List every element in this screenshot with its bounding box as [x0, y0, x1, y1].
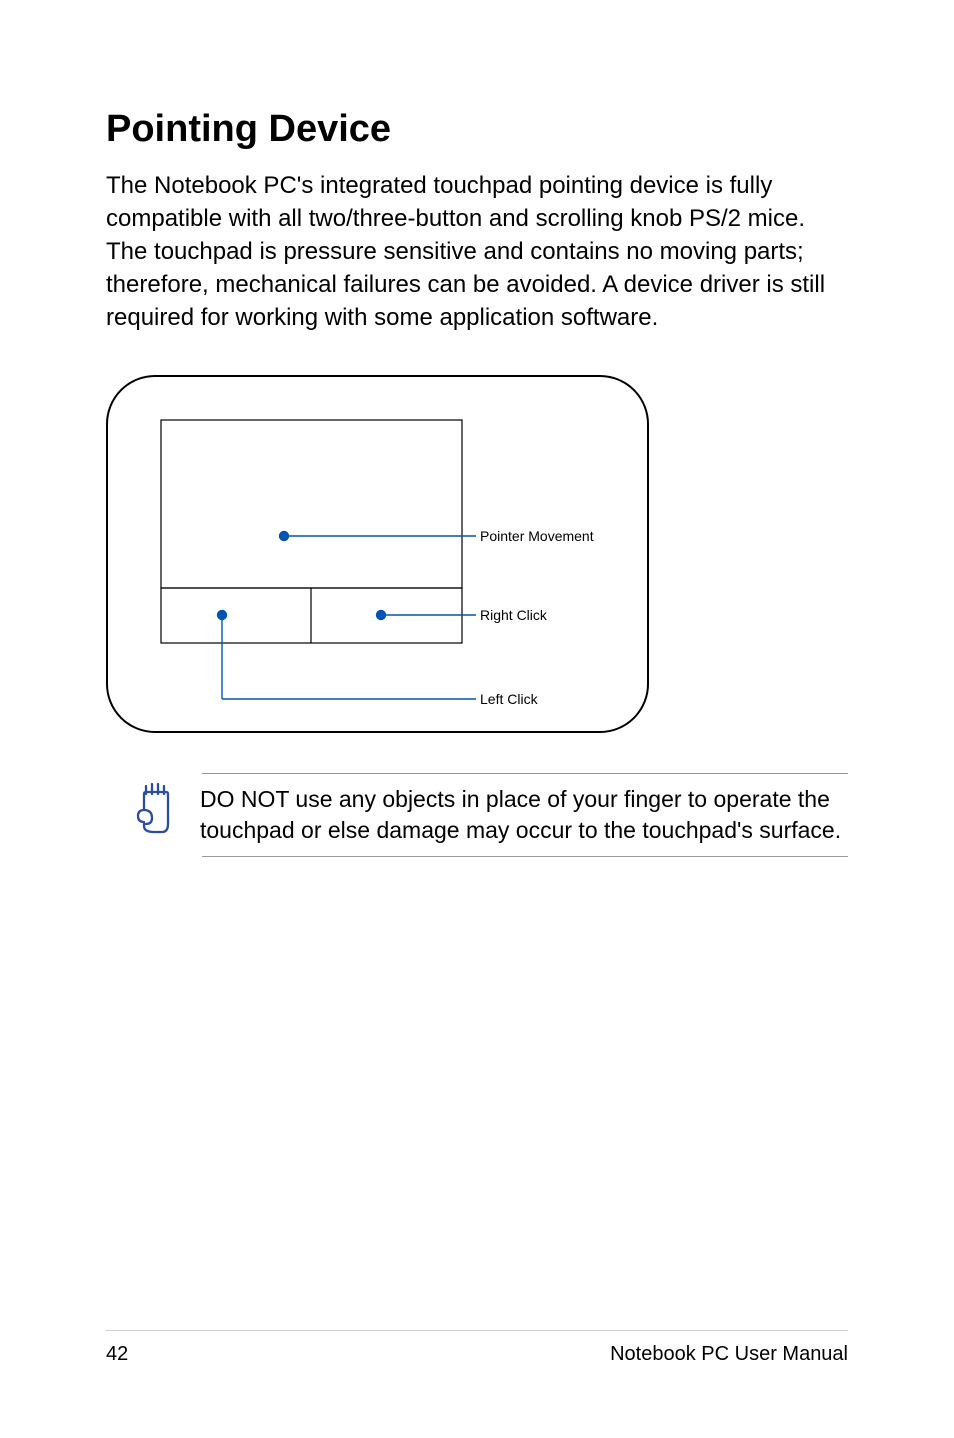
page-footer: 42 Notebook PC User Manual: [106, 1330, 848, 1366]
callout-box: DO NOT use any objects in place of your …: [202, 773, 848, 857]
right-label: Right Click: [480, 607, 548, 623]
callout-text: DO NOT use any objects in place of your …: [200, 784, 848, 846]
touchpad-surface: [161, 420, 462, 588]
outer-frame: [107, 376, 648, 732]
left-label: Left Click: [480, 691, 539, 707]
pointer-label: Pointer Movement: [480, 528, 594, 544]
footer-title: Notebook PC User Manual: [610, 1343, 848, 1366]
intro-paragraph: The Notebook PC's integrated touchpad po…: [106, 169, 848, 335]
page-heading: Pointing Device: [106, 108, 848, 151]
page-number: 42: [106, 1343, 128, 1366]
touchpad-diagram: Pointer Movement Right Click Left Click: [106, 375, 650, 733]
hand-icon: [132, 780, 180, 839]
touchpad-svg: Pointer Movement Right Click Left Click: [106, 375, 666, 733]
